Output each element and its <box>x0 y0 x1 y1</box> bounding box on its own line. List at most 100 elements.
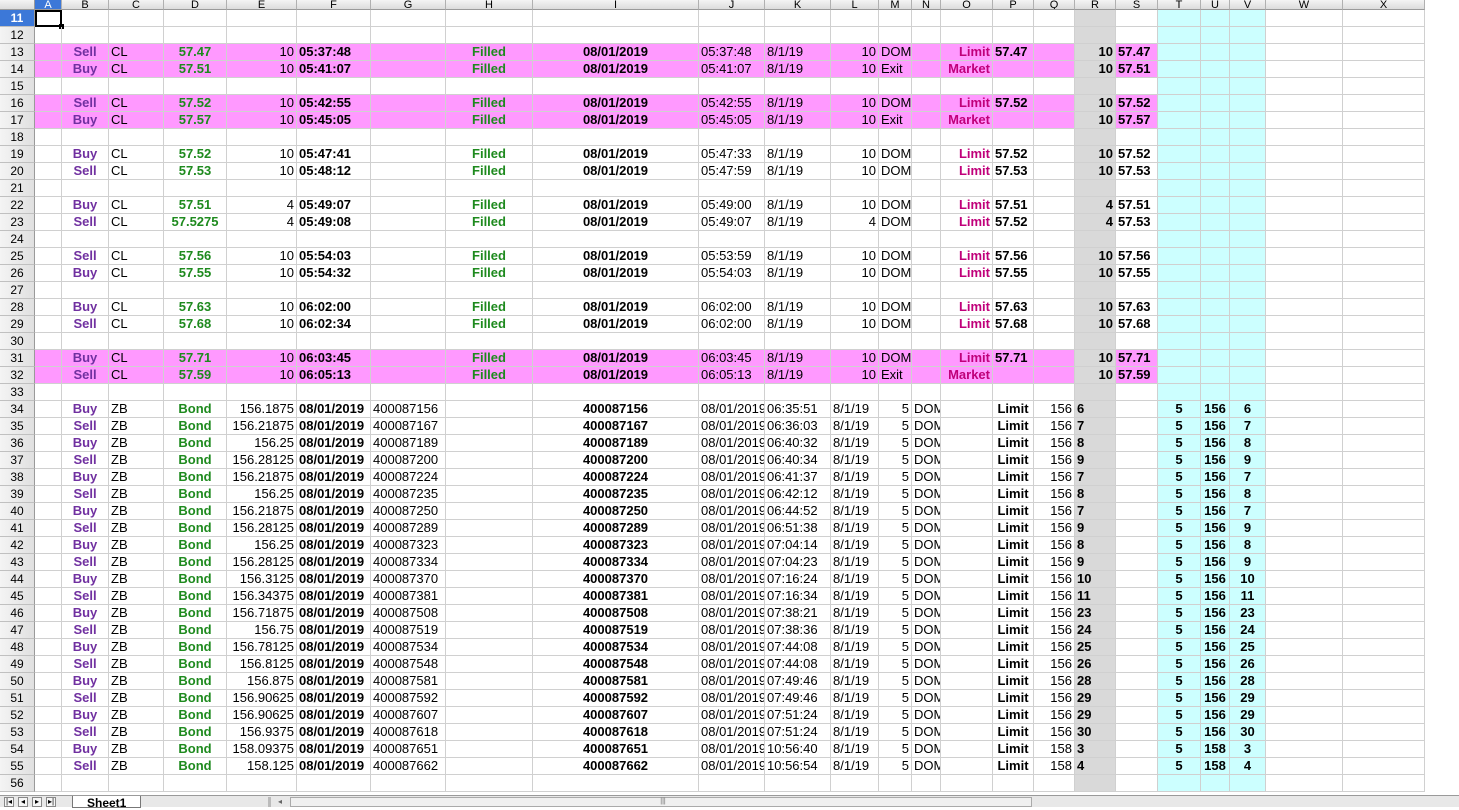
cell-s-sp[interactable]: 57.52 <box>1116 146 1158 163</box>
cell-o[interactable] <box>941 10 993 27</box>
cell-m[interactable] <box>879 231 912 248</box>
cell-u-u[interactable]: 158 <box>1201 741 1230 758</box>
cell-l-d4[interactable]: 8/1/19 <box>831 656 879 673</box>
cell-m-q[interactable]: 5 <box>879 639 912 656</box>
cell-a[interactable] <box>35 537 62 554</box>
cell-t-t[interactable]: 5 <box>1158 707 1201 724</box>
cell-d-name[interactable]: Bond <box>164 401 227 418</box>
cell-p-otype[interactable]: Limit <box>993 469 1034 486</box>
cell-k[interactable] <box>765 180 831 197</box>
cell-m[interactable] <box>879 333 912 350</box>
cell-t[interactable] <box>1158 265 1201 282</box>
cell-e-price[interactable]: 156.25 <box>227 435 297 452</box>
cell-l-d4[interactable]: 8/1/19 <box>831 554 879 571</box>
cell-d-name[interactable]: Bond <box>164 452 227 469</box>
cell-u-u[interactable]: 156 <box>1201 469 1230 486</box>
cell-o-otype[interactable]: Limit <box>941 248 993 265</box>
cell-i-oid2[interactable]: 400087581 <box>533 673 699 690</box>
cell-i[interactable] <box>533 333 699 350</box>
cell-a[interactable] <box>35 469 62 486</box>
cell-t-t[interactable]: 5 <box>1158 673 1201 690</box>
cell-e-qty[interactable]: 10 <box>227 265 297 282</box>
cell-g-oid[interactable]: 400087323 <box>371 537 446 554</box>
cell-x[interactable] <box>1343 129 1425 146</box>
cell-m-q[interactable]: 5 <box>879 503 912 520</box>
cell-e[interactable] <box>227 384 297 401</box>
cell-d-price[interactable]: 57.55 <box>164 265 227 282</box>
column-header-b[interactable]: B <box>62 0 109 10</box>
cell-a[interactable] <box>35 724 62 741</box>
row-header[interactable]: 37 <box>0 452 35 469</box>
cell-d[interactable] <box>164 10 227 27</box>
cell-a[interactable] <box>35 146 62 163</box>
cell-s[interactable] <box>1116 333 1158 350</box>
cell-p[interactable] <box>993 231 1034 248</box>
cell-a[interactable] <box>35 554 62 571</box>
column-header-q[interactable]: Q <box>1034 0 1075 10</box>
cell-f[interactable] <box>297 231 371 248</box>
cell-a[interactable] <box>35 707 62 724</box>
cell-h[interactable] <box>446 452 533 469</box>
cell-j-d3[interactable]: 08/01/2019 <box>699 571 765 588</box>
cell-u[interactable] <box>1201 10 1230 27</box>
cell-o-otype[interactable]: Limit <box>941 265 993 282</box>
cell-c-sym[interactable]: ZB <box>109 503 164 520</box>
cell-u[interactable] <box>1201 282 1230 299</box>
cell-m-q[interactable]: 5 <box>879 401 912 418</box>
cell-d-name[interactable]: Bond <box>164 639 227 656</box>
sheet-tab[interactable]: Sheet1 <box>72 796 142 810</box>
cell-a[interactable] <box>35 61 62 78</box>
cell-r-rq[interactable]: 10 <box>1075 350 1116 367</box>
cell-b[interactable] <box>62 129 109 146</box>
cell-q[interactable] <box>1034 384 1075 401</box>
cell-x[interactable] <box>1343 707 1425 724</box>
cell-x[interactable] <box>1343 163 1425 180</box>
cell-o-otype[interactable]: Limit <box>941 214 993 231</box>
cell-i[interactable] <box>533 384 699 401</box>
cell-n-dest[interactable]: DOM <box>912 656 941 673</box>
cell-p-otype[interactable]: Limit <box>993 707 1034 724</box>
cell-k-d2[interactable]: 8/1/19 <box>765 214 831 231</box>
cell-x[interactable] <box>1343 435 1425 452</box>
cell-t-t[interactable]: 5 <box>1158 690 1201 707</box>
cell-h-status[interactable]: Filled <box>446 112 533 129</box>
cell-o[interactable] <box>941 401 993 418</box>
cell-q[interactable] <box>1034 333 1075 350</box>
cell-c-sym[interactable]: ZB <box>109 639 164 656</box>
cell-k-d2[interactable]: 8/1/19 <box>765 197 831 214</box>
cell-u[interactable] <box>1201 44 1230 61</box>
cell-l[interactable] <box>831 231 879 248</box>
cell-t[interactable] <box>1158 95 1201 112</box>
scrollbar-grip-icon[interactable]: ||| <box>656 798 670 805</box>
cell-e-price[interactable]: 156.25 <box>227 537 297 554</box>
cell-q[interactable] <box>1034 231 1075 248</box>
cell-w[interactable] <box>1266 452 1343 469</box>
cell-u-u[interactable]: 156 <box>1201 520 1230 537</box>
cell-m-dest[interactable]: DOM <box>879 95 912 112</box>
cell-o[interactable] <box>941 469 993 486</box>
cell-s-sp[interactable]: 57.53 <box>1116 214 1158 231</box>
cell-d-price[interactable]: 57.71 <box>164 350 227 367</box>
cell-o[interactable] <box>941 537 993 554</box>
cell-s[interactable] <box>1116 622 1158 639</box>
cell-s[interactable] <box>1116 588 1158 605</box>
row-header[interactable]: 14 <box>0 61 35 78</box>
cell-n[interactable] <box>912 333 941 350</box>
cell-w[interactable] <box>1266 282 1343 299</box>
column-header-j[interactable]: J <box>699 0 765 10</box>
cell-r-rq[interactable]: 10 <box>1075 265 1116 282</box>
cell-g-oid[interactable]: 400087370 <box>371 571 446 588</box>
cell-c-sym[interactable]: CL <box>109 95 164 112</box>
cell-v[interactable] <box>1230 10 1266 27</box>
cell-f-date[interactable]: 08/01/2019 <box>297 452 371 469</box>
cell-e-qty[interactable]: 10 <box>227 112 297 129</box>
row-header[interactable]: 43 <box>0 554 35 571</box>
cell-c-sym[interactable]: CL <box>109 265 164 282</box>
cell-s-sp[interactable]: 57.59 <box>1116 367 1158 384</box>
cell-r[interactable] <box>1075 27 1116 44</box>
cell-c-sym[interactable]: CL <box>109 163 164 180</box>
cell-v[interactable] <box>1230 231 1266 248</box>
cell-u[interactable] <box>1201 333 1230 350</box>
cell-n[interactable] <box>912 44 941 61</box>
cell-p-lp[interactable]: 57.55 <box>993 265 1034 282</box>
